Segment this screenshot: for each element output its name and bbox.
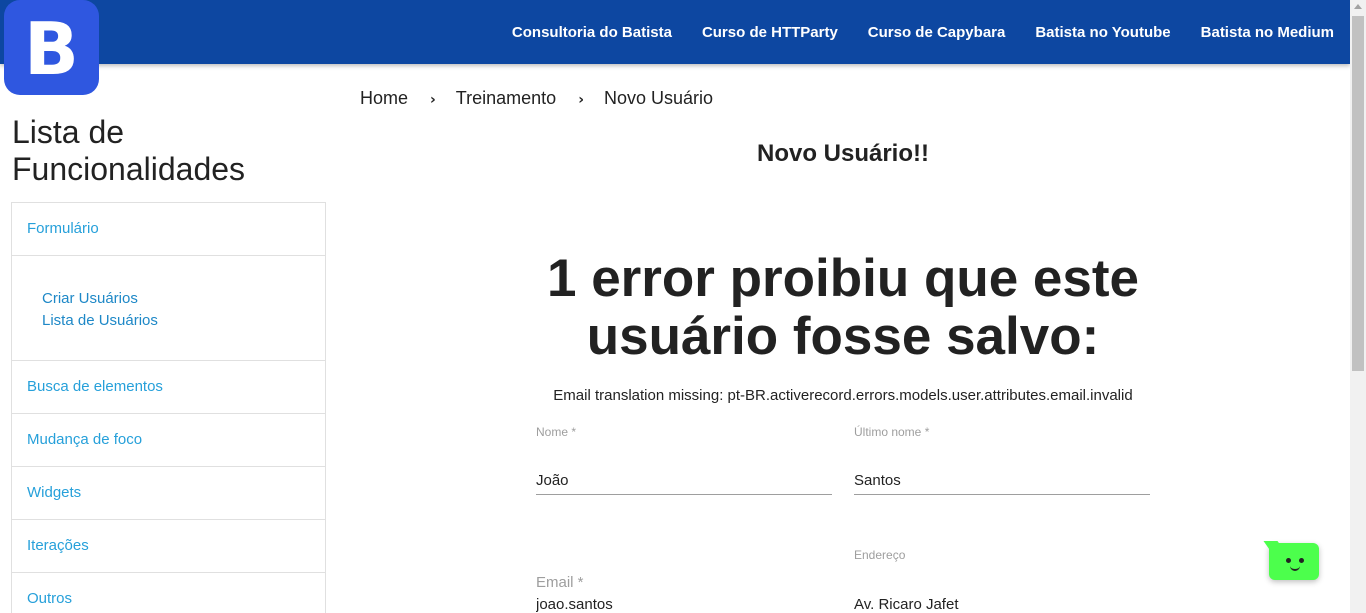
endereco-field[interactable] bbox=[854, 590, 1150, 613]
chat-widget-button[interactable] bbox=[1269, 543, 1319, 580]
nav-link-youtube[interactable]: Batista no Youtube bbox=[1035, 24, 1170, 41]
ultimo-nome-label: Último nome * bbox=[854, 425, 930, 439]
chat-bot-eye-icon bbox=[1299, 558, 1304, 563]
nav-link-consultoria[interactable]: Consultoria do Batista bbox=[512, 24, 672, 41]
sidebar-item-iteracoes[interactable]: Iterações bbox=[12, 520, 325, 573]
endereco-label: Endereço bbox=[854, 548, 906, 562]
sidebar-submenu-formulario: Criar Usuários Lista de Usuários bbox=[12, 256, 325, 361]
nav-link-capybara[interactable]: Curso de Capybara bbox=[868, 24, 1006, 41]
brand-logo[interactable]: B bbox=[4, 0, 99, 95]
breadcrumb-novo-usuario[interactable]: Novo Usuário bbox=[604, 88, 713, 109]
vertical-scrollbar[interactable] bbox=[1350, 0, 1366, 613]
sidebar-item-outros[interactable]: Outros bbox=[12, 573, 325, 613]
top-navbar: Consultoria do Batista Curso de HTTParty… bbox=[0, 0, 1350, 64]
sidebar-title-line1: Lista de bbox=[12, 114, 125, 150]
sidebar-title-line2: Funcionalidades bbox=[12, 151, 246, 187]
sidebar-menu: Formulário Criar Usuários Lista de Usuár… bbox=[11, 202, 326, 613]
chat-bot-eye-icon bbox=[1286, 558, 1291, 563]
error-title: 1 error proibiu que este usuário fosse s… bbox=[547, 249, 1139, 366]
scrollbar-thumb[interactable] bbox=[1352, 16, 1364, 371]
logo-letter: B bbox=[24, 6, 79, 91]
breadcrumb-treinamento[interactable]: Treinamento bbox=[456, 88, 556, 109]
sidebar-item-mudanca-foco[interactable]: Mudança de foco bbox=[12, 414, 325, 467]
ultimo-nome-field[interactable] bbox=[854, 467, 1150, 495]
chat-bot-smile-icon bbox=[1290, 566, 1300, 571]
sidebar-item-widgets[interactable]: Widgets bbox=[12, 467, 325, 520]
sidebar-title: Lista de Funcionalidades bbox=[12, 114, 245, 188]
sidebar-subitem-criar-usuarios[interactable]: Criar Usuários bbox=[42, 288, 325, 310]
top-nav-links: Consultoria do Batista Curso de HTTParty… bbox=[482, 0, 1334, 64]
email-label: Email * bbox=[536, 574, 584, 591]
email-field[interactable] bbox=[536, 590, 832, 613]
nome-label: Nome * bbox=[536, 425, 577, 439]
breadcrumb: Home › Treinamento › Novo Usuário bbox=[360, 86, 713, 110]
sidebar-item-busca-elementos[interactable]: Busca de elementos bbox=[12, 361, 325, 414]
nav-link-httparty[interactable]: Curso de HTTParty bbox=[702, 24, 838, 41]
nav-link-medium[interactable]: Batista no Medium bbox=[1201, 24, 1334, 41]
chevron-right-icon: › bbox=[430, 92, 436, 108]
sidebar-item-formulario[interactable]: Formulário bbox=[12, 203, 325, 256]
nome-field[interactable] bbox=[536, 467, 832, 495]
page-title: Novo Usuário!! bbox=[756, 140, 929, 167]
sidebar-subitem-lista-usuarios[interactable]: Lista de Usuários bbox=[42, 310, 325, 332]
scroll-up-arrow-icon[interactable] bbox=[1354, 4, 1362, 9]
chevron-right-icon: › bbox=[578, 92, 584, 108]
error-message: Email translation missing: pt-BR.activer… bbox=[553, 387, 1133, 404]
breadcrumb-home[interactable]: Home bbox=[360, 88, 408, 109]
